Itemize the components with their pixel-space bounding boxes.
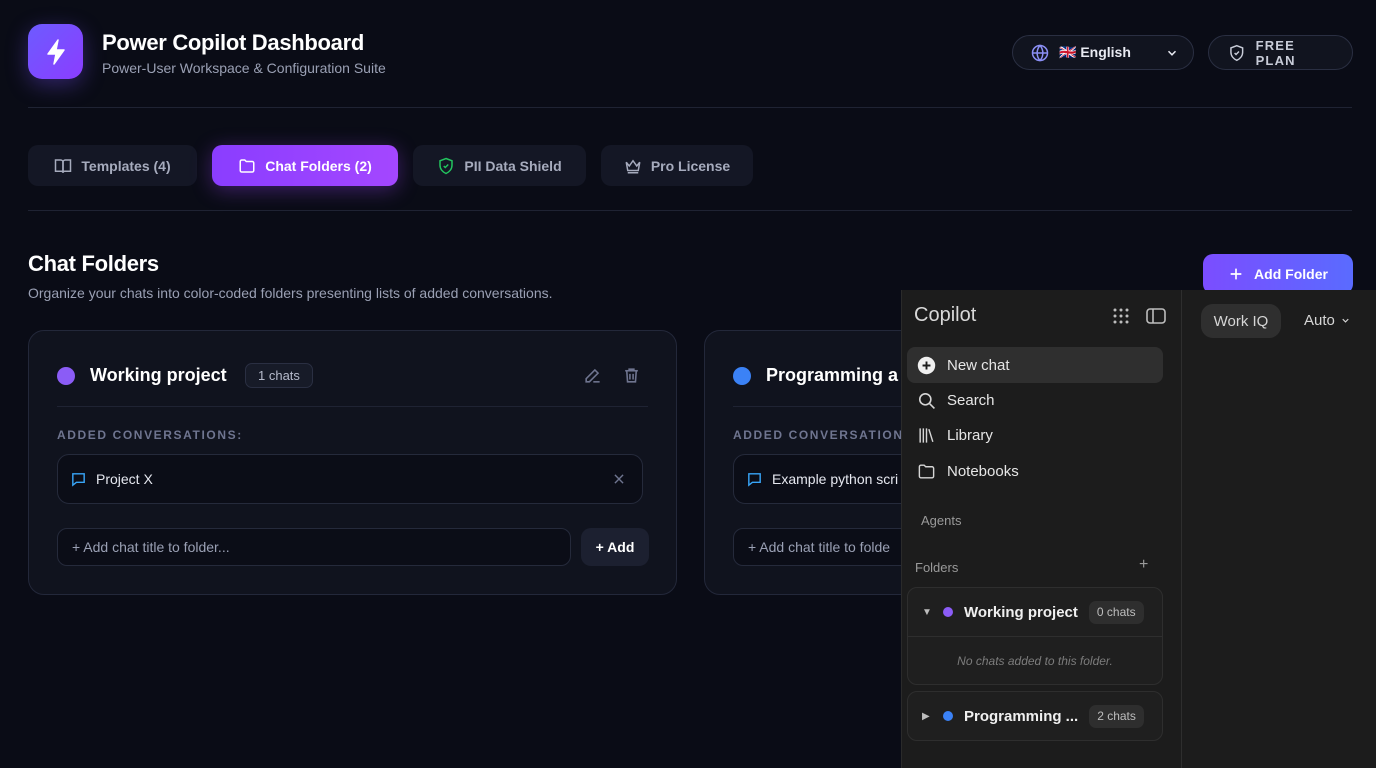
nav-label: Library [947, 426, 993, 444]
folder-name: Working project [964, 603, 1078, 621]
folder-color-dot [943, 607, 953, 617]
collapsed-caret-icon[interactable]: ▶ [922, 711, 932, 722]
header-divider [28, 107, 1352, 108]
apps-grid-icon[interactable] [1112, 307, 1130, 325]
plan-badge[interactable]: FREE PLAN [1208, 35, 1353, 70]
nav-label: New chat [947, 356, 1010, 374]
add-chat-button[interactable]: + Add [581, 528, 649, 566]
tab-chat-folders[interactable]: Chat Folders (2) [212, 145, 398, 186]
plus-icon [1230, 268, 1242, 280]
pencil-icon [585, 368, 600, 383]
chat-bubble-icon [748, 472, 761, 487]
language-selector[interactable]: 🇬🇧 English [1012, 35, 1194, 70]
section-subtitle: Organize your chats into color-coded fol… [28, 285, 553, 301]
tab-templates[interactable]: Templates (4) [28, 145, 197, 186]
tab-label: Templates (4) [81, 157, 171, 174]
add-folder-label: Add Folder [1254, 266, 1328, 282]
app-title: Power Copilot Dashboard [102, 30, 365, 55]
shield-check-icon [1230, 44, 1244, 61]
copilot-folder-working-project[interactable]: ▼ Working project 0 chats No chats added… [907, 587, 1163, 685]
tabs-divider [28, 210, 1352, 211]
tab-label: Pro License [650, 157, 731, 174]
added-conversations-label: ADDED CONVERSATIONS: [57, 428, 243, 442]
folder-card-working-project: Working project 1 chats ADDED CONVERSATI… [28, 330, 677, 595]
close-icon[interactable] [612, 472, 626, 486]
globe-icon [1031, 43, 1049, 62]
copilot-folder-programming[interactable]: ▶ Programming ... 2 chats [907, 691, 1163, 741]
app-logo [28, 24, 83, 79]
agents-section-label: Agents [921, 513, 962, 528]
language-label: 🇬🇧 English [1059, 44, 1131, 60]
copilot-panel: Copilot Work IQ Auto New chat Search Lib… [901, 290, 1376, 768]
add-chat-title-input[interactable] [57, 528, 571, 566]
folder-chat-count: 1 chats [245, 363, 313, 388]
chat-bubble-icon [72, 472, 85, 487]
nav-label: Notebooks [947, 462, 1019, 480]
folder-color-dot [943, 711, 953, 721]
delete-folder-button[interactable] [622, 366, 641, 385]
tab-pii-data-shield[interactable]: PII Data Shield [413, 145, 586, 186]
mode-dropdown[interactable]: Auto [1304, 312, 1351, 329]
folder-name: Programming a [766, 365, 899, 385]
tab-label: PII Data Shield [464, 157, 562, 174]
copilot-title: Copilot [914, 304, 977, 326]
search-icon [918, 392, 935, 409]
folder-name: Programming ... [964, 707, 1079, 725]
empty-folder-text: No chats added to this folder. [908, 636, 1162, 684]
search-button[interactable]: Search [907, 382, 1163, 418]
panel-divider [1181, 290, 1182, 768]
trash-icon [625, 368, 638, 383]
edit-folder-button[interactable] [583, 366, 602, 385]
shield-icon [439, 157, 454, 174]
plan-label: FREE PLAN [1255, 37, 1296, 68]
chevron-down-icon [1167, 50, 1177, 56]
conversation-item[interactable]: Project X [57, 454, 643, 504]
plus-circle-icon [917, 356, 936, 374]
book-icon [55, 158, 72, 173]
folder-name: Working project [90, 365, 227, 385]
folder-color-dot [733, 367, 751, 385]
nav-label: Search [947, 391, 995, 409]
folders-section-label: Folders [915, 560, 959, 575]
notebooks-button[interactable]: Notebooks [907, 453, 1163, 489]
chevron-down-icon [1342, 318, 1349, 323]
app-subtitle: Power-User Workspace & Configuration Sui… [102, 60, 386, 76]
sidebar-toggle-icon[interactable] [1146, 307, 1166, 325]
added-conversations-label: ADDED CONVERSATIONS: [733, 428, 919, 442]
tab-pro-license[interactable]: Pro License [601, 145, 753, 186]
library-icon [919, 427, 934, 443]
lightning-icon [46, 38, 65, 65]
work-iq-toggle[interactable]: Work IQ [1201, 304, 1281, 338]
folder-chat-count: 2 chats [1089, 704, 1144, 728]
section-title: Chat Folders [28, 251, 159, 276]
add-folder-button[interactable]: Add Folder [1203, 254, 1353, 294]
new-chat-button[interactable]: New chat [907, 347, 1163, 383]
mode-label: Auto [1304, 312, 1335, 329]
card-divider [57, 406, 648, 407]
folder-icon [239, 158, 255, 173]
folder-color-dot [57, 367, 75, 385]
folder-chat-count: 0 chats [1088, 600, 1144, 624]
notebook-folder-icon [918, 463, 935, 479]
conversation-title: Project X [96, 471, 153, 487]
add-folder-plus-icon[interactable]: + [1139, 556, 1148, 574]
crown-icon [625, 158, 641, 173]
expanded-caret-icon[interactable]: ▼ [922, 607, 932, 618]
tab-label: Chat Folders (2) [265, 157, 372, 174]
library-button[interactable]: Library [907, 417, 1163, 453]
